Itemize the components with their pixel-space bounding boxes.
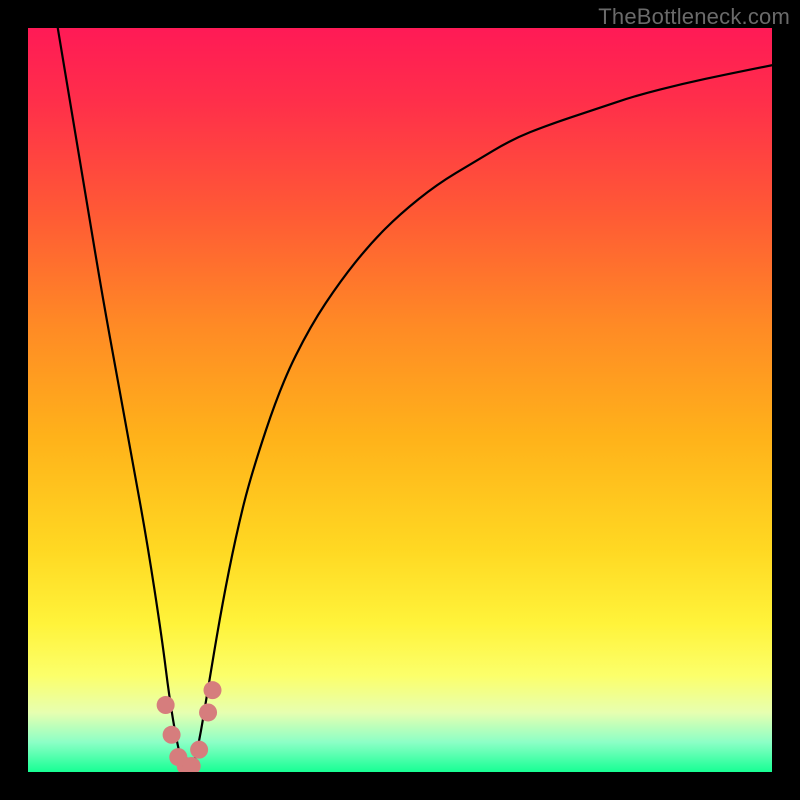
chart-marker xyxy=(204,681,222,699)
chart-marker xyxy=(157,696,175,714)
chart-marker xyxy=(190,741,208,759)
chart-marker xyxy=(163,726,181,744)
chart-plot-area xyxy=(28,28,772,772)
chart-svg xyxy=(28,28,772,772)
chart-marker xyxy=(199,703,217,721)
chart-frame: TheBottleneck.com xyxy=(0,0,800,800)
chart-background xyxy=(28,28,772,772)
watermark-text: TheBottleneck.com xyxy=(598,4,790,30)
